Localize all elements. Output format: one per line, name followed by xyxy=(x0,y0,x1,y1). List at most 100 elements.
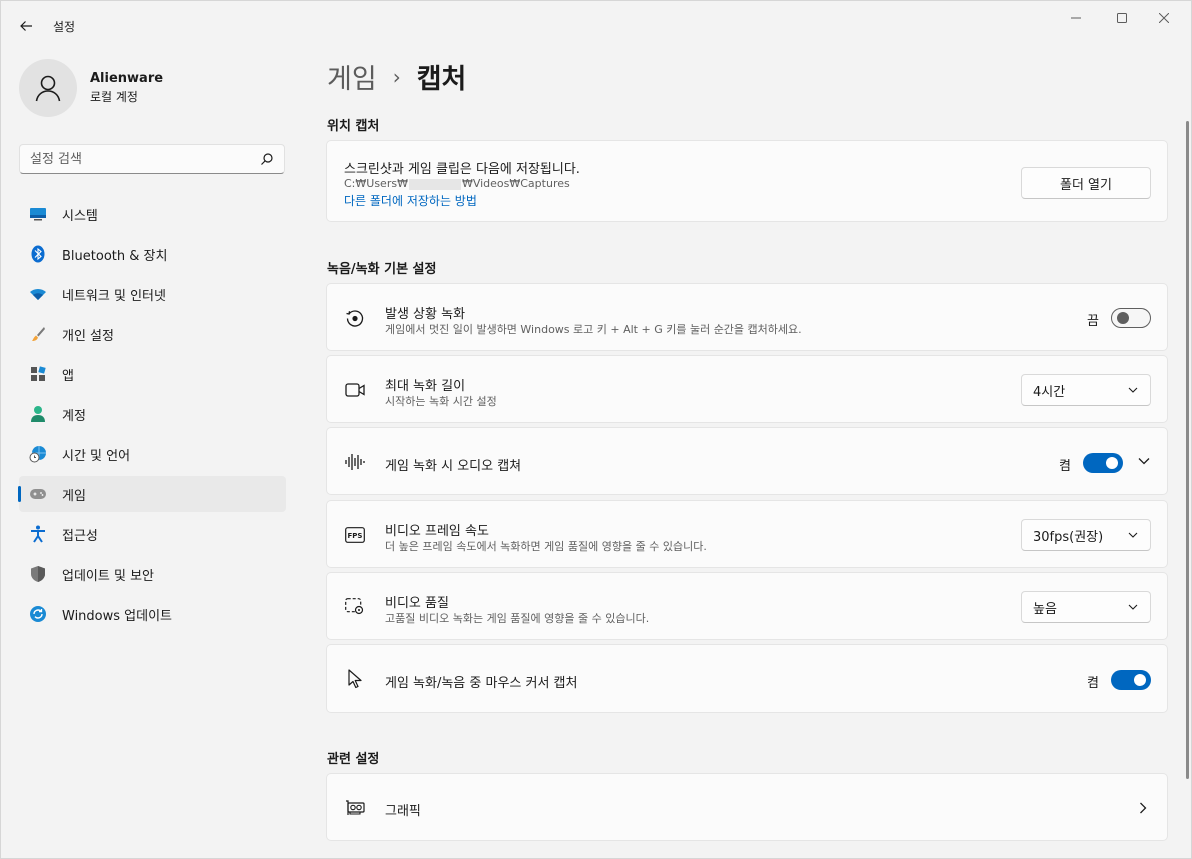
search-box[interactable] xyxy=(19,144,285,174)
profile-account-type: 로컬 계정 xyxy=(90,90,138,104)
mouse-cursor-icon xyxy=(345,669,365,689)
toggle-knob xyxy=(1106,457,1118,469)
sidebar-item-label: 시간 및 언어 xyxy=(62,448,131,464)
close-button[interactable] xyxy=(1141,7,1187,29)
dropdown-value: 30fps(권장) xyxy=(1033,529,1104,545)
search-input[interactable] xyxy=(20,151,250,167)
open-folder-button[interactable]: 폴더 열기 xyxy=(1021,167,1151,199)
svg-text:FPS: FPS xyxy=(348,532,363,540)
minimize-icon xyxy=(1071,17,1081,19)
sidebar-item-personalization[interactable]: 개인 설정 xyxy=(19,316,286,352)
sidebar-item-label: 앱 xyxy=(62,368,74,384)
search-icon[interactable] xyxy=(260,152,274,166)
dropdown-value: 높음 xyxy=(1033,601,1057,617)
setting-title: 게임 녹화 시 오디오 캡쳐 xyxy=(385,459,522,474)
setting-row-background-recording[interactable]: 발생 상황 녹화 게임에서 멋진 일이 발생하면 Windows 로고 키 + … xyxy=(326,283,1168,351)
sidebar-item-label: 시스템 xyxy=(62,208,98,224)
app-title: 설정 xyxy=(53,20,76,34)
sidebar-item-time-language[interactable]: 시간 및 언어 xyxy=(19,436,286,472)
setting-row-max-length: 최대 녹화 길이 시작하는 녹화 시간 설정 4시간 xyxy=(326,355,1168,423)
maximize-icon xyxy=(1117,13,1127,23)
section-title-recording: 녹음/녹화 기본 설정 xyxy=(327,262,437,277)
chevron-down-icon xyxy=(1128,604,1138,610)
video-quality-dropdown[interactable]: 높음 xyxy=(1021,591,1151,623)
redacted-username xyxy=(408,178,461,190)
chevron-down-icon xyxy=(1128,387,1138,393)
breadcrumb-parent[interactable]: 게임 xyxy=(327,57,377,96)
setting-row-mouse-cursor[interactable]: 게임 녹화/녹음 중 마우스 커서 캡처 켬 xyxy=(326,644,1168,713)
back-button[interactable] xyxy=(13,13,39,39)
user-profile[interactable]: Alienware 로컬 계정 xyxy=(19,59,163,117)
setting-row-graphics[interactable]: 그래픽 xyxy=(326,773,1168,841)
sidebar-item-label: 접근성 xyxy=(62,528,98,544)
sidebar-item-windows-update[interactable]: Windows 업데이트 xyxy=(19,596,286,632)
sidebar-item-apps[interactable]: 앱 xyxy=(19,356,286,392)
dropdown-value: 4시간 xyxy=(1033,384,1066,400)
sidebar-item-bluetooth[interactable]: Bluetooth & 장치 xyxy=(19,236,286,272)
fps-icon: FPS xyxy=(345,525,365,545)
graphics-card-icon xyxy=(345,798,365,818)
maximize-button[interactable] xyxy=(1099,7,1145,29)
bluetooth-icon xyxy=(29,245,47,263)
capture-location-title: 스크린샷과 게임 클립은 다음에 저장됩니다. xyxy=(344,162,580,177)
video-camera-icon xyxy=(345,380,365,400)
sidebar-item-accounts[interactable]: 계정 xyxy=(19,396,286,432)
close-icon xyxy=(1159,13,1169,23)
accessibility-icon xyxy=(29,525,47,543)
sidebar-item-update-security[interactable]: 업데이트 및 보안 xyxy=(19,556,286,592)
minimize-button[interactable] xyxy=(1053,7,1099,29)
sidebar-item-label: Windows 업데이트 xyxy=(62,608,173,624)
chevron-down-icon xyxy=(1128,532,1138,538)
sidebar-item-label: Bluetooth & 장치 xyxy=(62,248,168,264)
profile-name: Alienware xyxy=(90,71,164,86)
breadcrumb: 게임 › 캡처 xyxy=(327,57,466,96)
capture-location-card: 스크린샷과 게임 클립은 다음에 저장됩니다. C:₩Users₩ ₩Videos… xyxy=(326,140,1168,222)
sidebar-item-label: 계정 xyxy=(62,408,86,424)
capture-path-suffix: ₩Videos₩Captures xyxy=(461,177,570,190)
capture-path-prefix: C:₩Users₩ xyxy=(344,177,408,190)
change-folder-link[interactable]: 다른 폴더에 저장하는 방법 xyxy=(344,192,477,209)
setting-title: 최대 녹화 길이 xyxy=(385,379,466,394)
avatar xyxy=(19,59,77,117)
setting-title: 발생 상황 녹화 xyxy=(385,307,466,322)
shield-icon xyxy=(29,565,47,583)
sidebar-item-accessibility[interactable]: 접근성 xyxy=(19,516,286,552)
toggle-state-label: 켬 xyxy=(1087,676,1099,691)
sidebar-item-label: 업데이트 및 보안 xyxy=(62,568,154,584)
setting-description: 고품질 비디오 녹화는 게임 품질에 영향을 줄 수 있습니다. xyxy=(385,612,650,625)
max-length-dropdown[interactable]: 4시간 xyxy=(1021,374,1151,406)
apps-icon xyxy=(29,365,47,383)
frame-rate-dropdown[interactable]: 30fps(권장) xyxy=(1021,519,1151,551)
toggle-knob xyxy=(1134,674,1146,686)
page-title: 캡처 xyxy=(416,64,467,95)
audio-waveform-icon xyxy=(345,452,365,472)
sidebar-item-system[interactable]: 시스템 xyxy=(19,196,286,232)
chevron-down-icon[interactable] xyxy=(1138,457,1150,465)
chevron-right-icon xyxy=(1140,802,1147,814)
setting-row-video-quality: 비디오 품질 고품질 비디오 녹화는 게임 품질에 영향을 줄 수 있습니다. … xyxy=(326,572,1168,640)
globe-clock-icon xyxy=(29,445,47,463)
scrollbar[interactable] xyxy=(1186,121,1189,779)
record-history-icon xyxy=(345,308,365,328)
audio-capture-toggle[interactable] xyxy=(1083,453,1123,473)
account-icon xyxy=(29,405,47,423)
background-recording-toggle[interactable] xyxy=(1111,308,1151,328)
update-icon xyxy=(29,605,47,623)
gamepad-icon xyxy=(29,485,47,503)
video-settings-icon xyxy=(345,597,365,617)
toggle-state-label: 켬 xyxy=(1059,459,1071,474)
sidebar-item-label: 게임 xyxy=(62,488,86,504)
toggle-state-label: 끔 xyxy=(1087,314,1099,329)
setting-title: 비디오 프레임 속도 xyxy=(385,524,489,539)
sidebar-item-network[interactable]: 네트워크 및 인터넷 xyxy=(19,276,286,312)
mouse-cursor-toggle[interactable] xyxy=(1111,670,1151,690)
system-icon xyxy=(29,205,47,223)
section-title-related: 관련 설정 xyxy=(327,752,380,767)
title-bar: 설정 xyxy=(1,1,1191,49)
toggle-knob xyxy=(1117,312,1129,324)
setting-row-audio-capture[interactable]: 게임 녹화 시 오디오 캡쳐 켬 xyxy=(326,427,1168,495)
sidebar-item-gaming[interactable]: 게임 xyxy=(18,476,286,512)
brush-icon xyxy=(29,325,47,343)
setting-title: 비디오 품질 xyxy=(385,596,449,611)
setting-description: 더 높은 프레임 속도에서 녹화하면 게임 품질에 영향을 줄 수 있습니다. xyxy=(385,540,707,553)
